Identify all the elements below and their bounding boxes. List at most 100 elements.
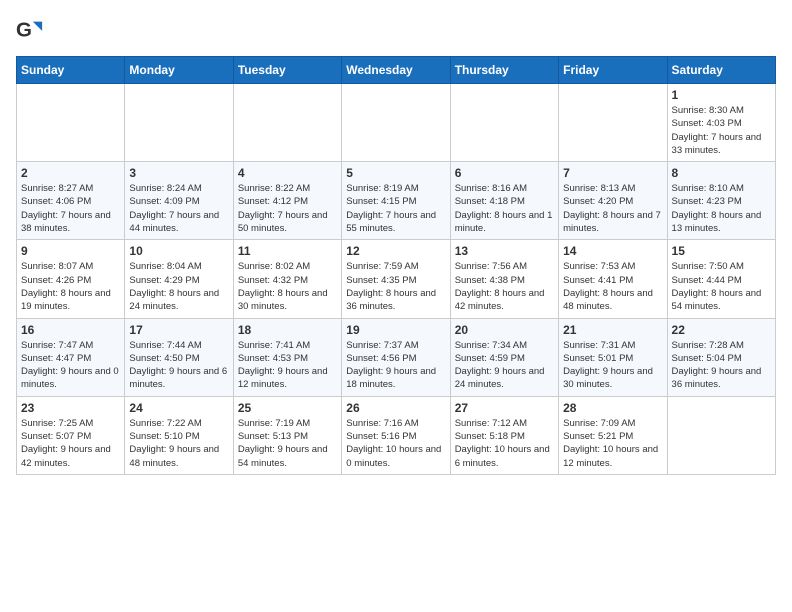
day-number: 25 <box>238 401 337 415</box>
calendar-cell: 24 Sunrise: 7:22 AM Sunset: 5:10 PM Dayli… <box>125 396 233 474</box>
calendar-cell <box>233 84 341 162</box>
calendar-cell: 25 Sunrise: 7:19 AM Sunset: 5:13 PM Dayli… <box>233 396 341 474</box>
day-info: Sunrise: 8:07 AM Sunset: 4:26 PM Dayligh… <box>21 260 120 313</box>
day-info: Sunrise: 7:19 AM Sunset: 5:13 PM Dayligh… <box>238 417 337 470</box>
day-number: 18 <box>238 323 337 337</box>
day-info: Sunrise: 7:59 AM Sunset: 4:35 PM Dayligh… <box>346 260 445 313</box>
calendar-cell: 14Sunrise: 7:53 AM Sunset: 4:41 PM Dayli… <box>559 240 667 318</box>
day-info: Sunrise: 7:31 AM Sunset: 5:01 PM Dayligh… <box>563 339 662 392</box>
day-info: Sunrise: 7:16 AM Sunset: 5:16 PM Dayligh… <box>346 417 445 470</box>
calendar-cell: 1Sunrise: 8:30 AM Sunset: 4:03 PM Daylig… <box>667 84 775 162</box>
calendar-cell <box>125 84 233 162</box>
day-number: 8 <box>672 166 771 180</box>
weekday-header-tuesday: Tuesday <box>233 57 341 84</box>
day-info: Sunrise: 7:09 AM Sunset: 5:21 PM Dayligh… <box>563 417 662 470</box>
calendar-header: SundayMondayTuesdayWednesdayThursdayFrid… <box>17 57 776 84</box>
logo: G <box>16 16 48 44</box>
svg-text:G: G <box>16 19 32 42</box>
day-info: Sunrise: 8:16 AM Sunset: 4:18 PM Dayligh… <box>455 182 554 235</box>
day-info: Sunrise: 8:24 AM Sunset: 4:09 PM Dayligh… <box>129 182 228 235</box>
day-info: Sunrise: 8:04 AM Sunset: 4:29 PM Dayligh… <box>129 260 228 313</box>
day-info: Sunrise: 8:27 AM Sunset: 4:06 PM Dayligh… <box>21 182 120 235</box>
weekday-header-friday: Friday <box>559 57 667 84</box>
day-info: Sunrise: 7:56 AM Sunset: 4:38 PM Dayligh… <box>455 260 554 313</box>
calendar-cell: 23 Sunrise: 7:25 AM Sunset: 5:07 PM Dayli… <box>17 396 125 474</box>
calendar-cell: 7 Sunrise: 8:13 AM Sunset: 4:20 PM Daylig… <box>559 162 667 240</box>
day-number: 2 <box>21 166 120 180</box>
calendar-cell: 17 Sunrise: 7:44 AM Sunset: 4:50 PM Dayli… <box>125 318 233 396</box>
calendar-body: 1Sunrise: 8:30 AM Sunset: 4:03 PM Daylig… <box>17 84 776 475</box>
calendar-cell: 12 Sunrise: 7:59 AM Sunset: 4:35 PM Dayli… <box>342 240 450 318</box>
calendar-cell: 16 Sunrise: 7:47 AM Sunset: 4:47 PM Dayli… <box>17 318 125 396</box>
day-number: 5 <box>346 166 445 180</box>
calendar-cell: 2 Sunrise: 8:27 AM Sunset: 4:06 PM Daylig… <box>17 162 125 240</box>
day-number: 19 <box>346 323 445 337</box>
day-number: 11 <box>238 244 337 258</box>
day-number: 16 <box>21 323 120 337</box>
day-number: 22 <box>672 323 771 337</box>
weekday-header-wednesday: Wednesday <box>342 57 450 84</box>
day-info: Sunrise: 8:02 AM Sunset: 4:32 PM Dayligh… <box>238 260 337 313</box>
day-number: 12 <box>346 244 445 258</box>
day-info: Sunrise: 7:41 AM Sunset: 4:53 PM Dayligh… <box>238 339 337 392</box>
day-number: 27 <box>455 401 554 415</box>
calendar-cell: 8 Sunrise: 8:10 AM Sunset: 4:23 PM Daylig… <box>667 162 775 240</box>
day-info: Sunrise: 7:53 AM Sunset: 4:41 PM Dayligh… <box>563 260 662 313</box>
calendar-cell: 18 Sunrise: 7:41 AM Sunset: 4:53 PM Dayli… <box>233 318 341 396</box>
day-info: Sunrise: 8:30 AM Sunset: 4:03 PM Dayligh… <box>672 104 771 157</box>
calendar-cell: 11 Sunrise: 8:02 AM Sunset: 4:32 PM Dayli… <box>233 240 341 318</box>
day-number: 21 <box>563 323 662 337</box>
day-info: Sunrise: 8:22 AM Sunset: 4:12 PM Dayligh… <box>238 182 337 235</box>
day-number: 9 <box>21 244 120 258</box>
logo-icon: G <box>16 16 44 44</box>
calendar-cell: 13 Sunrise: 7:56 AM Sunset: 4:38 PM Dayli… <box>450 240 558 318</box>
day-info: Sunrise: 7:28 AM Sunset: 5:04 PM Dayligh… <box>672 339 771 392</box>
week-row-1: 1Sunrise: 8:30 AM Sunset: 4:03 PM Daylig… <box>17 84 776 162</box>
day-number: 15 <box>672 244 771 258</box>
calendar-cell <box>17 84 125 162</box>
day-info: Sunrise: 7:12 AM Sunset: 5:18 PM Dayligh… <box>455 417 554 470</box>
calendar-cell: 19Sunrise: 7:37 AM Sunset: 4:56 PM Dayli… <box>342 318 450 396</box>
day-info: Sunrise: 7:22 AM Sunset: 5:10 PM Dayligh… <box>129 417 228 470</box>
calendar-cell: 10Sunrise: 8:04 AM Sunset: 4:29 PM Dayli… <box>125 240 233 318</box>
day-info: Sunrise: 7:50 AM Sunset: 4:44 PM Dayligh… <box>672 260 771 313</box>
day-number: 6 <box>455 166 554 180</box>
day-number: 24 <box>129 401 228 415</box>
calendar-cell: 3 Sunrise: 8:24 AM Sunset: 4:09 PM Daylig… <box>125 162 233 240</box>
calendar-cell <box>342 84 450 162</box>
day-number: 4 <box>238 166 337 180</box>
day-info: Sunrise: 8:13 AM Sunset: 4:20 PM Dayligh… <box>563 182 662 235</box>
calendar-cell: 6 Sunrise: 8:16 AM Sunset: 4:18 PM Daylig… <box>450 162 558 240</box>
calendar-table: SundayMondayTuesdayWednesdayThursdayFrid… <box>16 56 776 475</box>
week-row-4: 16 Sunrise: 7:47 AM Sunset: 4:47 PM Dayli… <box>17 318 776 396</box>
calendar-cell: 20 Sunrise: 7:34 AM Sunset: 4:59 PM Dayli… <box>450 318 558 396</box>
calendar-cell: 22 Sunrise: 7:28 AM Sunset: 5:04 PM Dayli… <box>667 318 775 396</box>
calendar-cell: 15 Sunrise: 7:50 AM Sunset: 4:44 PM Dayli… <box>667 240 775 318</box>
day-number: 3 <box>129 166 228 180</box>
calendar-cell <box>450 84 558 162</box>
day-number: 7 <box>563 166 662 180</box>
calendar-cell: 21 Sunrise: 7:31 AM Sunset: 5:01 PM Dayli… <box>559 318 667 396</box>
day-info: Sunrise: 8:19 AM Sunset: 4:15 PM Dayligh… <box>346 182 445 235</box>
calendar-cell <box>559 84 667 162</box>
page-header: G <box>16 16 776 44</box>
weekday-header-saturday: Saturday <box>667 57 775 84</box>
day-number: 26 <box>346 401 445 415</box>
calendar-cell: 4 Sunrise: 8:22 AM Sunset: 4:12 PM Daylig… <box>233 162 341 240</box>
day-number: 28 <box>563 401 662 415</box>
calendar-cell <box>667 396 775 474</box>
day-info: Sunrise: 8:10 AM Sunset: 4:23 PM Dayligh… <box>672 182 771 235</box>
day-info: Sunrise: 7:47 AM Sunset: 4:47 PM Dayligh… <box>21 339 120 392</box>
weekday-header-monday: Monday <box>125 57 233 84</box>
day-number: 23 <box>21 401 120 415</box>
day-info: Sunrise: 7:44 AM Sunset: 4:50 PM Dayligh… <box>129 339 228 392</box>
calendar-cell: 28 Sunrise: 7:09 AM Sunset: 5:21 PM Dayli… <box>559 396 667 474</box>
day-number: 17 <box>129 323 228 337</box>
day-info: Sunrise: 7:34 AM Sunset: 4:59 PM Dayligh… <box>455 339 554 392</box>
day-info: Sunrise: 7:25 AM Sunset: 5:07 PM Dayligh… <box>21 417 120 470</box>
day-number: 20 <box>455 323 554 337</box>
weekday-header-thursday: Thursday <box>450 57 558 84</box>
calendar-cell: 5 Sunrise: 8:19 AM Sunset: 4:15 PM Daylig… <box>342 162 450 240</box>
calendar-cell: 26 Sunrise: 7:16 AM Sunset: 5:16 PM Dayli… <box>342 396 450 474</box>
day-number: 13 <box>455 244 554 258</box>
